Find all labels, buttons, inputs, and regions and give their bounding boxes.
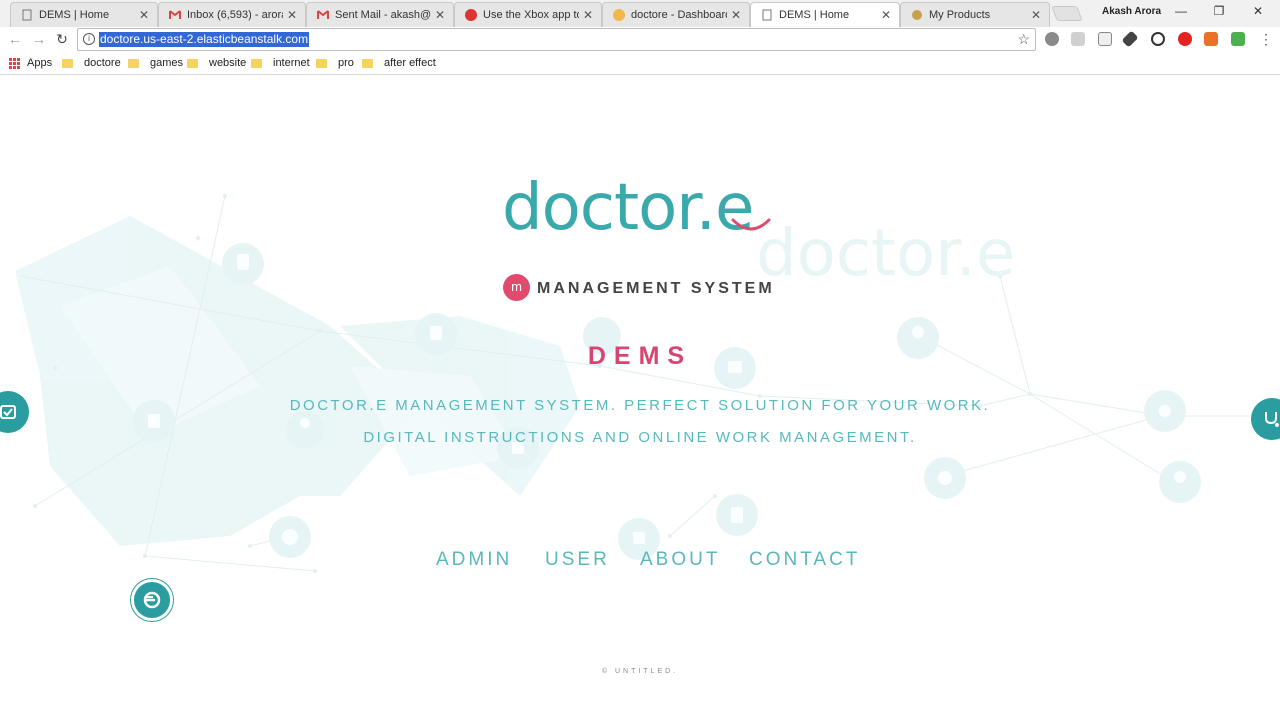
tab-sent-mail[interactable]: Sent Mail - akash@dc ✕ bbox=[306, 2, 454, 27]
tagline-1: DOCTOR.E MANAGEMENT SYSTEM. PERFECT SOLU… bbox=[289, 397, 991, 414]
folder-icon bbox=[362, 58, 373, 68]
apps-icon bbox=[9, 57, 20, 69]
bookmarks-bar: Apps doctore games website internet pro … bbox=[0, 52, 1280, 75]
url-text[interactable]: doctore.us-east-2.elasticbeanstalk.com bbox=[99, 32, 310, 47]
tab-title: Use the Xbox app to r bbox=[483, 9, 579, 21]
folder-icon bbox=[316, 58, 327, 68]
close-icon[interactable]: ✕ bbox=[435, 8, 445, 22]
logo[interactable]: doctor.e bbox=[502, 176, 771, 240]
bookmark-games[interactable]: games bbox=[128, 57, 183, 69]
folder-icon bbox=[251, 58, 262, 68]
logo-watermark: doctor.e bbox=[756, 217, 1016, 291]
scroll-indicator-icon[interactable] bbox=[131, 579, 173, 621]
tagline-2: DIGITAL INSTRUCTIONS AND ONLINE WORK MAN… bbox=[363, 429, 917, 446]
extension-icon[interactable] bbox=[1098, 32, 1112, 46]
opera-icon[interactable] bbox=[1178, 32, 1192, 46]
product-icon bbox=[911, 9, 923, 21]
page-icon bbox=[21, 9, 33, 21]
management-system-label: MANAGEMENT SYSTEM bbox=[537, 280, 775, 297]
bookmark-label: after effect bbox=[384, 57, 436, 69]
info-icon[interactable]: i bbox=[83, 33, 95, 45]
bookmark-label: internet bbox=[273, 57, 310, 69]
close-icon[interactable]: ✕ bbox=[287, 8, 297, 22]
bookmark-website[interactable]: website bbox=[187, 57, 246, 69]
tab-title: DEMS | Home bbox=[39, 9, 110, 21]
folder-icon bbox=[613, 9, 625, 21]
folder-icon bbox=[62, 58, 73, 68]
address-bar[interactable]: i doctore.us-east-2.elasticbeanstalk.com… bbox=[77, 28, 1036, 51]
tab-dems-home-1[interactable]: DEMS | Home ✕ bbox=[10, 2, 158, 27]
reload-icon[interactable]: ↻ bbox=[53, 31, 71, 47]
gmail-icon bbox=[317, 9, 329, 21]
bookmark-apps[interactable]: Apps bbox=[9, 57, 52, 69]
close-icon[interactable]: ✕ bbox=[1031, 8, 1041, 22]
nav-about[interactable]: ABOUT bbox=[640, 549, 720, 571]
bookmark-after-effect[interactable]: after effect bbox=[362, 57, 436, 69]
nav-contact[interactable]: CONTACT bbox=[749, 549, 860, 571]
bookmark-pro[interactable]: pro bbox=[316, 57, 354, 69]
tab-title: My Products bbox=[929, 9, 991, 21]
extension-icon[interactable] bbox=[1045, 32, 1059, 46]
tab-dems-home-active[interactable]: DEMS | Home ✕ bbox=[750, 2, 900, 27]
page-icon bbox=[761, 9, 773, 21]
tab-doctore-dashboard[interactable]: doctore - Dashboard ✕ bbox=[602, 2, 750, 27]
close-icon[interactable]: ✕ bbox=[731, 8, 741, 22]
red-circle-icon bbox=[465, 9, 477, 21]
footer-copyright: © UNTITLED. bbox=[601, 668, 679, 675]
bookmark-label: games bbox=[150, 57, 184, 69]
tab-my-products[interactable]: My Products ✕ bbox=[900, 2, 1050, 27]
tab-title: doctore - Dashboard bbox=[631, 9, 727, 21]
profile-name[interactable]: Akash Arora bbox=[1102, 6, 1161, 17]
m-badge-icon: m bbox=[503, 274, 530, 301]
tab-strip: DEMS | Home ✕ Inbox (6,593) - aroraa ✕ S… bbox=[0, 0, 1280, 27]
tab-title: DEMS | Home bbox=[779, 9, 850, 21]
nav-user[interactable]: USER bbox=[545, 549, 610, 571]
extension-icon[interactable] bbox=[1071, 32, 1085, 46]
tab-title: Sent Mail - akash@dc bbox=[335, 9, 431, 21]
smile-icon bbox=[731, 218, 771, 231]
extension-icon[interactable] bbox=[1231, 32, 1245, 46]
restore-icon[interactable]: ❐ bbox=[1209, 4, 1229, 20]
office-icon[interactable] bbox=[1204, 32, 1218, 46]
close-icon[interactable]: ✕ bbox=[881, 8, 891, 22]
folder-icon bbox=[128, 58, 139, 68]
tab-xbox[interactable]: Use the Xbox app to r ✕ bbox=[454, 2, 602, 27]
tab-inbox[interactable]: Inbox (6,593) - aroraa ✕ bbox=[158, 2, 306, 27]
page-title: DEMS bbox=[587, 342, 693, 370]
browser-toolbar: ← → ↻ i doctore.us-east-2.elasticbeansta… bbox=[0, 27, 1280, 52]
bookmark-label: pro bbox=[338, 57, 354, 69]
back-icon[interactable]: ← bbox=[6, 31, 24, 47]
bookmark-label: Apps bbox=[27, 57, 53, 69]
close-icon[interactable]: ✕ bbox=[139, 8, 149, 22]
menu-icon[interactable]: ⋮ bbox=[1259, 32, 1273, 46]
page-content: doctor.e doctor.e m MANAGEMENT SYSTEM DE… bbox=[0, 76, 1280, 720]
close-icon[interactable]: ✕ bbox=[583, 8, 593, 22]
block-icon[interactable] bbox=[1151, 32, 1165, 46]
gmail-icon bbox=[169, 9, 181, 21]
tab-title: Inbox (6,593) - aroraa bbox=[187, 9, 283, 21]
new-tab-button[interactable] bbox=[1051, 6, 1083, 21]
bookmark-label: doctore bbox=[84, 57, 121, 69]
bookmark-internet[interactable]: internet bbox=[251, 57, 310, 69]
nav-admin[interactable]: ADMIN bbox=[436, 549, 512, 571]
forward-icon[interactable]: → bbox=[30, 31, 48, 47]
close-window-icon[interactable]: ✕ bbox=[1248, 4, 1268, 20]
bookmark-label: website bbox=[209, 57, 247, 69]
minimize-icon[interactable]: — bbox=[1171, 4, 1191, 20]
folder-icon bbox=[187, 58, 198, 68]
bookmark-star-icon[interactable]: ☆ bbox=[1017, 31, 1030, 48]
bookmark-doctore[interactable]: doctore bbox=[62, 57, 121, 69]
logo-text: doctor. bbox=[502, 171, 716, 245]
